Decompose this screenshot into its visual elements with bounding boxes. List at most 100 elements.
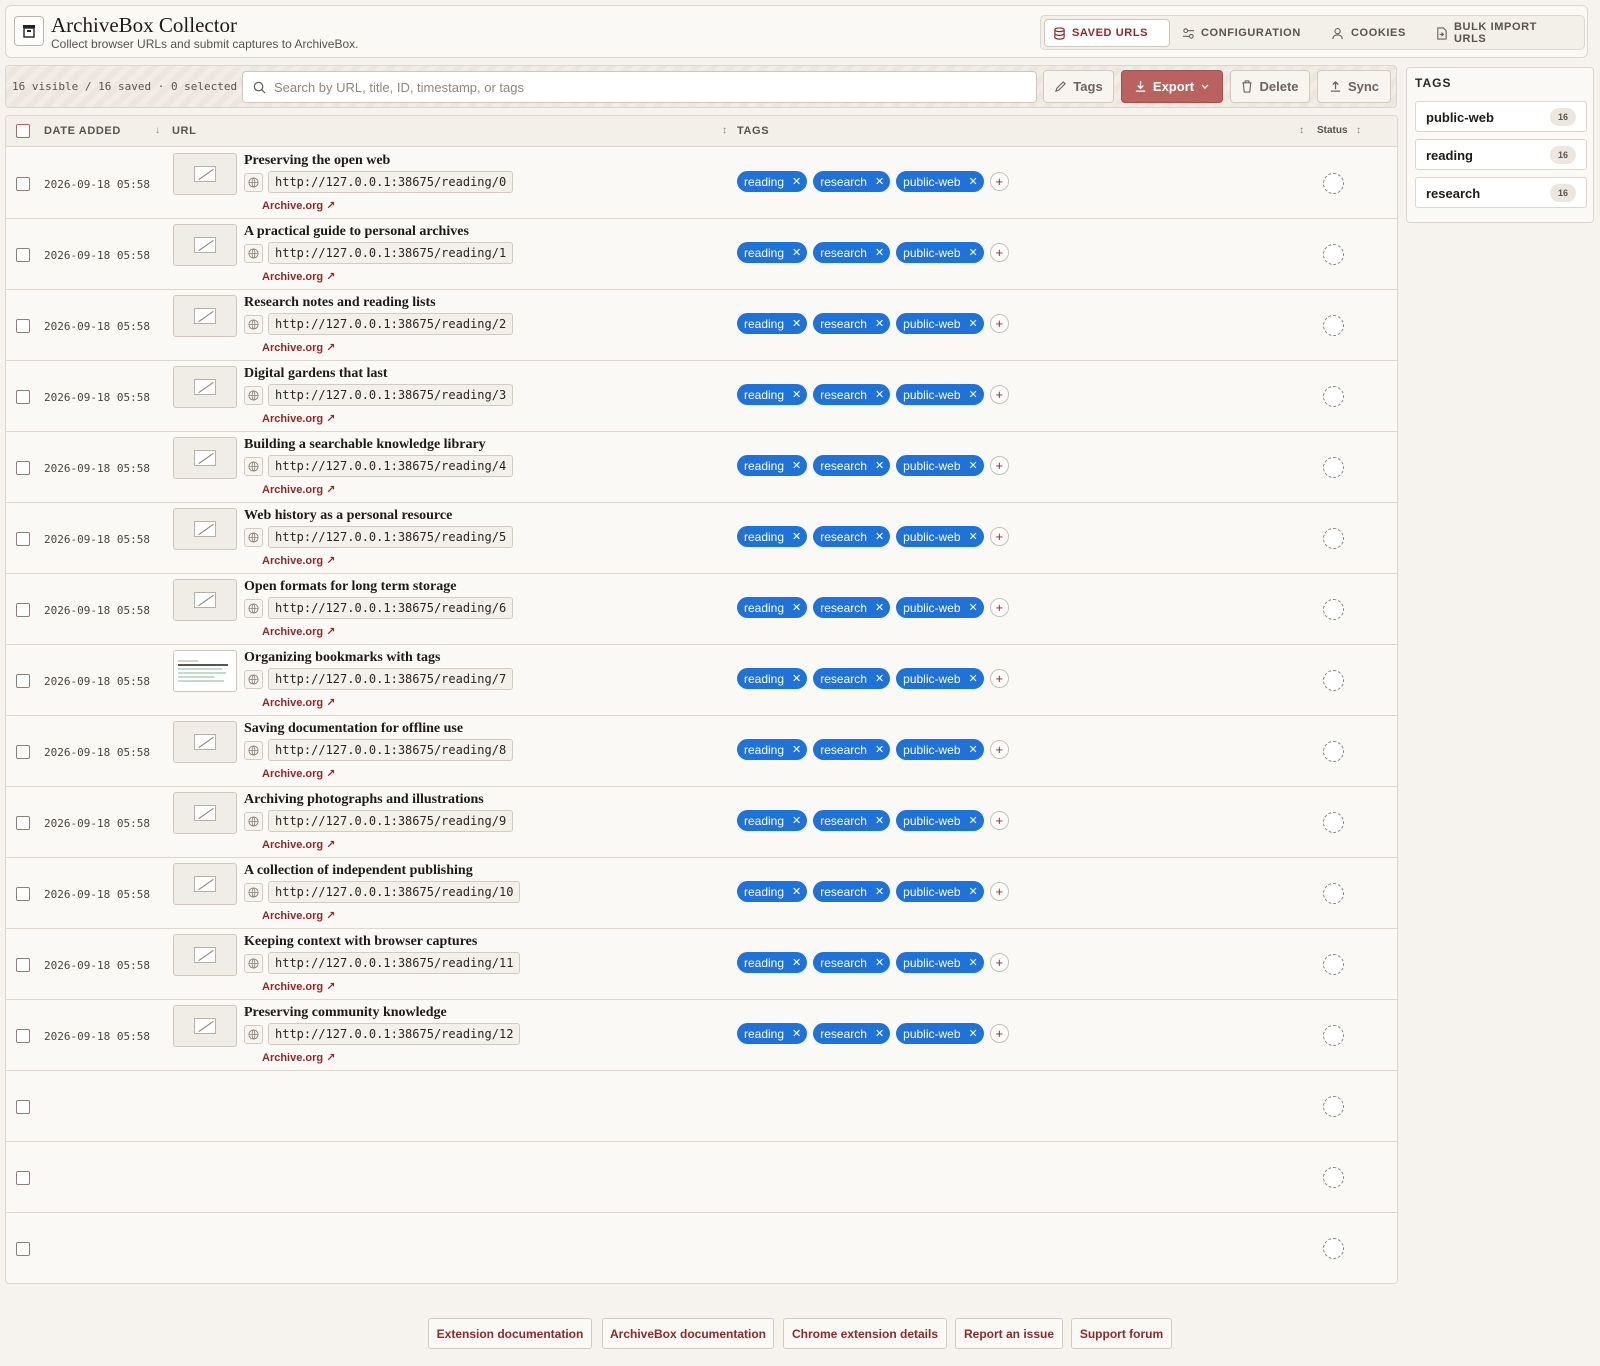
remove-tag-icon[interactable]: ✕ bbox=[792, 743, 801, 756]
image-placeholder-icon[interactable] bbox=[173, 153, 237, 195]
row-checkbox[interactable] bbox=[16, 1029, 30, 1043]
sidebar-tag-reading[interactable]: reading 16 bbox=[1415, 139, 1587, 170]
image-placeholder-icon[interactable] bbox=[173, 508, 237, 550]
row-checkbox[interactable] bbox=[16, 887, 30, 901]
tag-chip[interactable]: reading ✕ bbox=[737, 597, 808, 618]
remove-tag-icon[interactable]: ✕ bbox=[875, 601, 884, 614]
tag-chip[interactable]: reading ✕ bbox=[737, 952, 808, 973]
row-checkbox[interactable] bbox=[16, 1100, 30, 1114]
table-row[interactable] bbox=[6, 1071, 1397, 1142]
globe-icon[interactable] bbox=[244, 315, 263, 334]
table-row[interactable]: 2026-09-18 05:58 Archiving photographs an… bbox=[6, 787, 1397, 858]
tag-chip[interactable]: research ✕ bbox=[813, 810, 891, 831]
table-row[interactable]: 2026-09-18 05:58 Keeping context with bro… bbox=[6, 929, 1397, 1000]
globe-icon[interactable] bbox=[244, 173, 263, 192]
row-checkbox[interactable] bbox=[16, 1171, 30, 1185]
tag-chip[interactable]: public-web ✕ bbox=[896, 171, 984, 192]
globe-icon[interactable] bbox=[244, 883, 263, 902]
sidebar-tag-research[interactable]: research 16 bbox=[1415, 177, 1587, 208]
add-tag-icon[interactable]: + bbox=[989, 456, 1009, 475]
remove-tag-icon[interactable]: ✕ bbox=[792, 956, 801, 969]
tag-chip[interactable]: public-web ✕ bbox=[896, 952, 984, 973]
remove-tag-icon[interactable]: ✕ bbox=[969, 317, 978, 330]
table-row[interactable]: 2026-09-18 05:58 A practical guide to per… bbox=[6, 219, 1397, 290]
tag-chip[interactable]: public-web ✕ bbox=[896, 881, 984, 902]
remove-tag-icon[interactable]: ✕ bbox=[792, 317, 801, 330]
column-header-date[interactable]: DATE ADDED bbox=[44, 125, 121, 137]
column-resize-icon[interactable]: ↕ bbox=[722, 125, 728, 136]
remove-tag-icon[interactable]: ✕ bbox=[969, 175, 978, 188]
tag-chip[interactable]: research ✕ bbox=[813, 1023, 891, 1044]
row-checkbox[interactable] bbox=[16, 461, 30, 475]
tag-chip[interactable]: research ✕ bbox=[813, 881, 891, 902]
tag-chip[interactable]: public-web ✕ bbox=[896, 313, 984, 334]
tag-chip[interactable]: public-web ✕ bbox=[896, 242, 984, 263]
footer-link-report-issue[interactable]: Report an issue bbox=[955, 1318, 1063, 1349]
row-url[interactable]: http://127.0.0.1:38675/reading/8 bbox=[268, 739, 514, 761]
table-row[interactable]: 2026-09-18 05:58 Preserving community kno… bbox=[6, 1000, 1397, 1071]
select-all-checkbox[interactable] bbox=[16, 124, 30, 138]
archive-org-link[interactable]: Archive.org ↗ bbox=[262, 412, 335, 425]
remove-tag-icon[interactable]: ✕ bbox=[969, 601, 978, 614]
tag-chip[interactable]: public-web ✕ bbox=[896, 668, 984, 689]
image-placeholder-icon[interactable] bbox=[173, 1005, 237, 1047]
column-header-status[interactable]: Status bbox=[1317, 125, 1348, 136]
row-url[interactable]: http://127.0.0.1:38675/reading/11 bbox=[268, 952, 521, 974]
table-row[interactable] bbox=[6, 1213, 1397, 1283]
image-placeholder-icon[interactable] bbox=[173, 295, 237, 337]
archive-org-link[interactable]: Archive.org ↗ bbox=[262, 483, 335, 496]
globe-icon[interactable] bbox=[244, 244, 263, 263]
remove-tag-icon[interactable]: ✕ bbox=[792, 530, 801, 543]
archive-org-link[interactable]: Archive.org ↗ bbox=[262, 838, 335, 851]
sync-button[interactable]: Sync bbox=[1317, 70, 1391, 103]
row-url[interactable]: http://127.0.0.1:38675/reading/9 bbox=[268, 810, 514, 832]
table-row[interactable]: 2026-09-18 05:58 Preserving the open web h… bbox=[6, 148, 1397, 219]
image-placeholder-icon[interactable] bbox=[173, 579, 237, 621]
add-tag-icon[interactable]: + bbox=[989, 811, 1009, 830]
row-url[interactable]: http://127.0.0.1:38675/reading/7 bbox=[268, 668, 514, 690]
globe-icon[interactable] bbox=[244, 457, 263, 476]
archive-org-link[interactable]: Archive.org ↗ bbox=[262, 625, 335, 638]
remove-tag-icon[interactable]: ✕ bbox=[792, 388, 801, 401]
row-url[interactable]: http://127.0.0.1:38675/reading/0 bbox=[268, 171, 514, 193]
globe-icon[interactable] bbox=[244, 741, 263, 760]
add-tag-icon[interactable]: + bbox=[989, 172, 1009, 191]
table-row[interactable]: 2026-09-18 05:58 Web history as a persona… bbox=[6, 503, 1397, 574]
add-tag-icon[interactable]: + bbox=[989, 243, 1009, 262]
image-placeholder-icon[interactable] bbox=[173, 437, 237, 479]
row-title[interactable]: Digital gardens that last bbox=[244, 366, 388, 382]
image-placeholder-icon[interactable] bbox=[173, 721, 237, 763]
tag-chip[interactable]: reading ✕ bbox=[737, 455, 808, 476]
add-tag-icon[interactable]: + bbox=[989, 882, 1009, 901]
remove-tag-icon[interactable]: ✕ bbox=[969, 814, 978, 827]
table-row[interactable]: 2026-09-18 05:58 Organizing bookmarks wit… bbox=[6, 645, 1397, 716]
tab-bulk-import-urls[interactable]: BULK IMPORT URLS bbox=[1427, 19, 1579, 47]
export-button[interactable]: Export bbox=[1121, 70, 1223, 103]
archive-org-link[interactable]: Archive.org ↗ bbox=[262, 767, 335, 780]
row-url[interactable]: http://127.0.0.1:38675/reading/12 bbox=[268, 1023, 521, 1045]
column-header-tags[interactable]: TAGS bbox=[737, 125, 769, 137]
tag-chip[interactable]: public-web ✕ bbox=[896, 455, 984, 476]
tag-chip[interactable]: research ✕ bbox=[813, 242, 891, 263]
row-url[interactable]: http://127.0.0.1:38675/reading/2 bbox=[268, 313, 514, 335]
table-row[interactable] bbox=[6, 1142, 1397, 1213]
archive-org-link[interactable]: Archive.org ↗ bbox=[262, 554, 335, 567]
archive-org-link[interactable]: Archive.org ↗ bbox=[262, 199, 335, 212]
row-title[interactable]: A practical guide to personal archives bbox=[244, 224, 469, 240]
remove-tag-icon[interactable]: ✕ bbox=[875, 956, 884, 969]
remove-tag-icon[interactable]: ✕ bbox=[969, 956, 978, 969]
remove-tag-icon[interactable]: ✕ bbox=[875, 317, 884, 330]
tag-chip[interactable]: public-web ✕ bbox=[896, 597, 984, 618]
row-checkbox[interactable] bbox=[16, 1242, 30, 1256]
tag-chip[interactable]: research ✕ bbox=[813, 952, 891, 973]
sort-toggle-icon[interactable]: ↕ bbox=[1356, 125, 1362, 136]
remove-tag-icon[interactable]: ✕ bbox=[875, 530, 884, 543]
remove-tag-icon[interactable]: ✕ bbox=[969, 246, 978, 259]
row-checkbox[interactable] bbox=[16, 958, 30, 972]
remove-tag-icon[interactable]: ✕ bbox=[875, 175, 884, 188]
image-placeholder-icon[interactable] bbox=[173, 792, 237, 834]
remove-tag-icon[interactable]: ✕ bbox=[875, 743, 884, 756]
sort-arrow-icon[interactable]: ↓ bbox=[155, 125, 161, 136]
add-tag-icon[interactable]: + bbox=[989, 1024, 1009, 1043]
remove-tag-icon[interactable]: ✕ bbox=[875, 388, 884, 401]
